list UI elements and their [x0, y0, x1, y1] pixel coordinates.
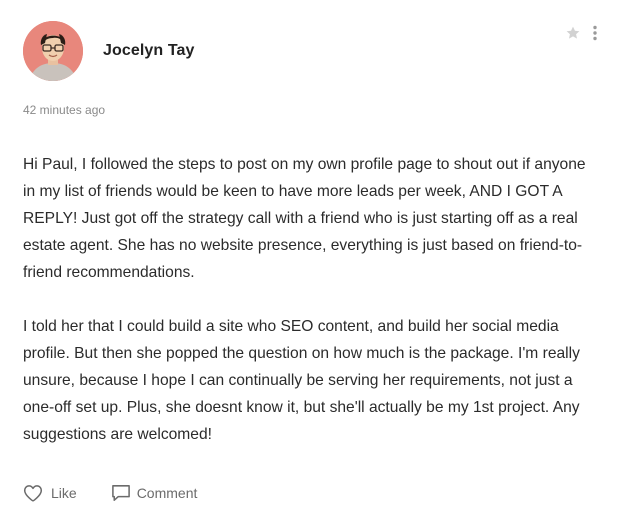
post-paragraph: I told her that I could build a site who…: [23, 318, 580, 443]
heart-icon: [23, 485, 43, 502]
favorite-button[interactable]: [564, 24, 582, 42]
like-label: Like: [51, 485, 77, 501]
like-button[interactable]: Like: [23, 484, 77, 502]
author-name[interactable]: Jocelyn Tay: [103, 42, 195, 60]
avatar-image: [23, 21, 83, 81]
post-body: Hi Paul, I followed the steps to post on…: [23, 151, 601, 475]
avatar[interactable]: [23, 21, 83, 81]
post-paragraph: Hi Paul, I followed the steps to post on…: [23, 156, 586, 281]
post-card: Jocelyn Tay 42 minutes ago Hi Paul, I fo…: [0, 0, 618, 529]
post-timestamp: 42 minutes ago: [23, 103, 106, 117]
post-actions: Like Comment: [23, 484, 197, 502]
more-options-button[interactable]: [588, 24, 602, 42]
star-icon: [566, 26, 580, 39]
comment-label: Comment: [136, 485, 198, 501]
more-vertical-icon: [593, 25, 597, 41]
comment-button[interactable]: Comment: [111, 484, 198, 502]
comment-icon: [111, 485, 130, 501]
post-top-actions: [564, 24, 602, 42]
